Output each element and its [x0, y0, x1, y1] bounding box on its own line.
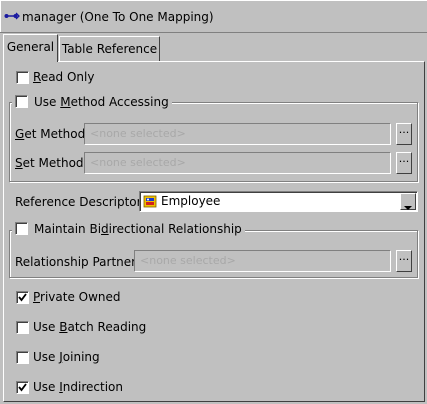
maintain-bidirectional-checkbox[interactable] — [15, 222, 28, 235]
method-accessing-legend: Use Method Accessing — [12, 95, 172, 111]
maintain-bidirectional-label[interactable]: Maintain Bidirectional Relationship — [34, 222, 242, 236]
batch-reading-label[interactable]: Use Batch Reading — [33, 320, 146, 334]
one-to-one-mapping-icon — [4, 9, 20, 23]
reference-descriptor-dropdown-button[interactable] — [400, 193, 416, 210]
set-method-field[interactable]: <none selected> — [84, 152, 391, 174]
descriptor-icon — [143, 194, 158, 209]
title-bar: manager (One To One Mapping) — [0, 0, 427, 33]
reference-descriptor-label: Reference Descriptor: — [15, 195, 146, 209]
joining-checkbox[interactable] — [16, 351, 29, 364]
tab-general[interactable]: General — [3, 34, 58, 62]
reference-descriptor-combo[interactable]: Employee — [139, 191, 418, 212]
relationship-partner-label: Relationship Partner: — [15, 255, 140, 269]
reference-descriptor-value: Employee — [161, 194, 221, 208]
window-title: manager (One To One Mapping) — [22, 10, 214, 24]
tab-table-reference[interactable]: Table Reference — [59, 36, 160, 62]
relationship-partner-field[interactable]: <none selected> — [134, 250, 391, 272]
set-method-label: Set Method: — [15, 156, 88, 170]
get-method-browse-button[interactable]: ... — [396, 123, 412, 145]
chevron-down-icon — [404, 200, 412, 214]
read-only-checkbox[interactable] — [16, 71, 29, 84]
get-method-label: Get Method: — [15, 127, 90, 141]
private-owned-label[interactable]: Private Owned — [33, 290, 121, 304]
checkmark-icon — [18, 383, 27, 392]
checkmark-icon — [18, 293, 27, 302]
joining-label[interactable]: Use Joining — [33, 350, 100, 364]
private-owned-checkbox[interactable] — [16, 291, 29, 304]
indirection-checkbox[interactable] — [16, 381, 29, 394]
set-method-browse-button[interactable]: ... — [396, 152, 412, 174]
batch-reading-checkbox[interactable] — [16, 321, 29, 334]
bidirectional-legend: Maintain Bidirectional Relationship — [12, 222, 245, 238]
read-only-label[interactable]: Read Only — [33, 70, 94, 84]
indirection-label[interactable]: Use Indirection — [33, 380, 123, 394]
use-method-accessing-label[interactable]: Use Method Accessing — [34, 95, 169, 109]
use-method-accessing-checkbox[interactable] — [15, 95, 28, 108]
get-method-field[interactable]: <none selected> — [84, 123, 391, 145]
relationship-partner-browse-button[interactable]: ... — [396, 250, 412, 272]
